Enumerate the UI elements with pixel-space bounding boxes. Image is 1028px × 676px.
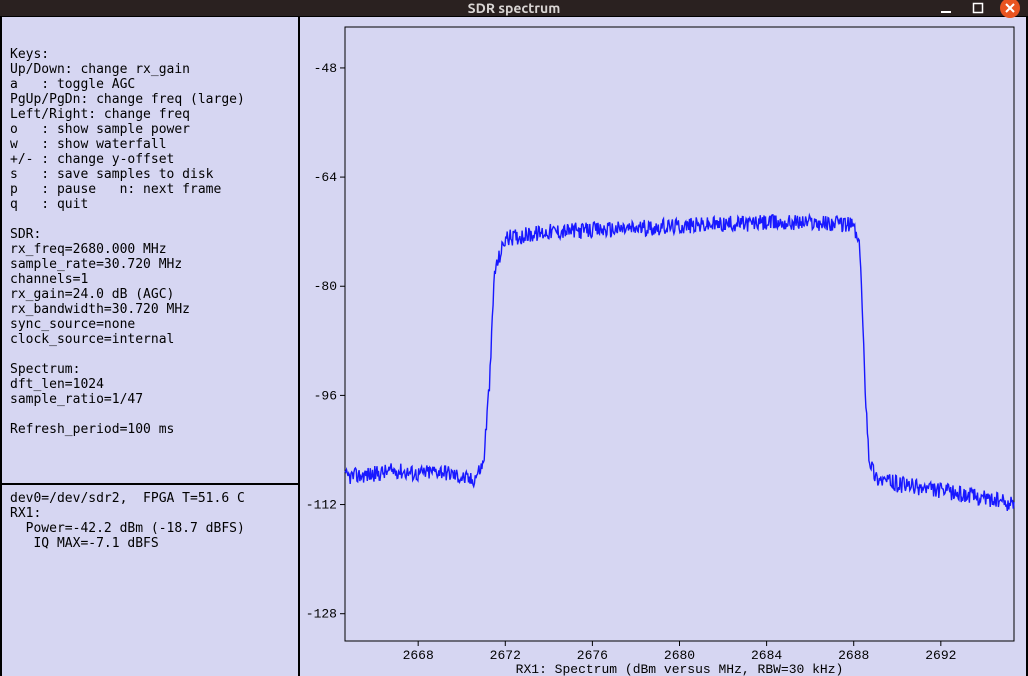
keys-s: s : save samples to disk bbox=[10, 167, 214, 182]
keys-q: q : quit bbox=[10, 197, 88, 212]
status-dev: dev0=/dev/sdr2, FPGA T=51.6 C bbox=[10, 491, 245, 506]
maximize-button[interactable] bbox=[968, 0, 988, 18]
svg-text:RX1: Spectrum (dBm versus MHz,: RX1: Spectrum (dBm versus MHz, RBW=30 kH… bbox=[516, 662, 844, 676]
workspace: Keys: Up/Down: change rx_gain a : toggle… bbox=[0, 16, 1028, 676]
keys-lr: Left/Right: change freq bbox=[10, 107, 190, 122]
svg-text:-48: -48 bbox=[314, 61, 337, 76]
svg-text:2672: 2672 bbox=[490, 648, 521, 663]
status-iq: IQ MAX=-7.1 dBFS bbox=[10, 536, 159, 551]
app-window: SDR spectrum Keys: Up/Down: change rx_ga… bbox=[0, 0, 1028, 676]
status-power: Power=-42.2 dBm (-18.7 dBFS) bbox=[10, 521, 245, 536]
svg-text:-80: -80 bbox=[314, 279, 337, 294]
spectrum-dft: dft_len=1024 bbox=[10, 377, 104, 392]
keys-heading: Keys: bbox=[10, 47, 49, 62]
keys-pg: PgUp/PgDn: change freq (large) bbox=[10, 92, 245, 107]
refresh-period: Refresh_period=100 ms bbox=[10, 422, 174, 437]
keys-w: w : show waterfall bbox=[10, 137, 167, 152]
keys-o: o : show sample power bbox=[10, 122, 190, 137]
svg-text:-64: -64 bbox=[314, 170, 338, 185]
window-title: SDR spectrum bbox=[468, 0, 561, 16]
titlebar[interactable]: SDR spectrum bbox=[0, 0, 1028, 16]
keys-p: p : pause n: next frame bbox=[10, 182, 221, 197]
sdr-samplerate: sample_rate=30.720 MHz bbox=[10, 257, 182, 272]
sdr-rxgain: rx_gain=24.0 dB (AGC) bbox=[10, 287, 174, 302]
sdr-channels: channels=1 bbox=[10, 272, 88, 287]
spectrum-ratio: sample_ratio=1/47 bbox=[10, 392, 143, 407]
keys-updown: Up/Down: change rx_gain bbox=[10, 62, 190, 77]
svg-text:2680: 2680 bbox=[664, 648, 695, 663]
sdr-sync: sync_source=none bbox=[10, 317, 135, 332]
svg-text:2684: 2684 bbox=[751, 648, 782, 663]
status-rx: RX1: bbox=[10, 506, 41, 521]
sdr-rxfreq: rx_freq=2680.000 MHz bbox=[10, 242, 167, 257]
svg-text:2676: 2676 bbox=[577, 648, 608, 663]
svg-text:2692: 2692 bbox=[925, 648, 956, 663]
status-panel: dev0=/dev/sdr2, FPGA T=51.6 C RX1: Power… bbox=[2, 485, 298, 676]
svg-text:-96: -96 bbox=[314, 388, 337, 403]
minimize-button[interactable] bbox=[936, 0, 956, 18]
info-panel: Keys: Up/Down: change rx_gain a : toggle… bbox=[2, 17, 298, 485]
sdr-clock: clock_source=internal bbox=[10, 332, 174, 347]
close-button[interactable] bbox=[1000, 0, 1020, 18]
svg-text:-128: -128 bbox=[306, 607, 337, 622]
keys-a: a : toggle AGC bbox=[10, 77, 135, 92]
window-controls bbox=[936, 0, 1020, 18]
plot-area: -128 -112 -96 -80 -64 -48 2668 2672 2676 2680 2684… bbox=[300, 17, 1028, 676]
sdr-rxbw: rx_bandwidth=30.720 MHz bbox=[10, 302, 190, 317]
sdr-heading: SDR: bbox=[10, 227, 41, 242]
spectrum-plot[interactable]: -128 -112 -96 -80 -64 -48 2668 2672 2676 2680 2684… bbox=[300, 17, 1026, 676]
keys-pm: +/- : change y-offset bbox=[10, 152, 174, 167]
svg-text:-112: -112 bbox=[306, 498, 337, 513]
spectrum-heading: Spectrum: bbox=[10, 362, 80, 377]
spectrum-svg: -128 -112 -96 -80 -64 -48 2668 2672 2676 2680 2684… bbox=[300, 17, 1026, 676]
svg-text:2668: 2668 bbox=[403, 648, 434, 663]
side-panels: Keys: Up/Down: change rx_gain a : toggle… bbox=[0, 17, 300, 676]
svg-text:2688: 2688 bbox=[838, 648, 869, 663]
